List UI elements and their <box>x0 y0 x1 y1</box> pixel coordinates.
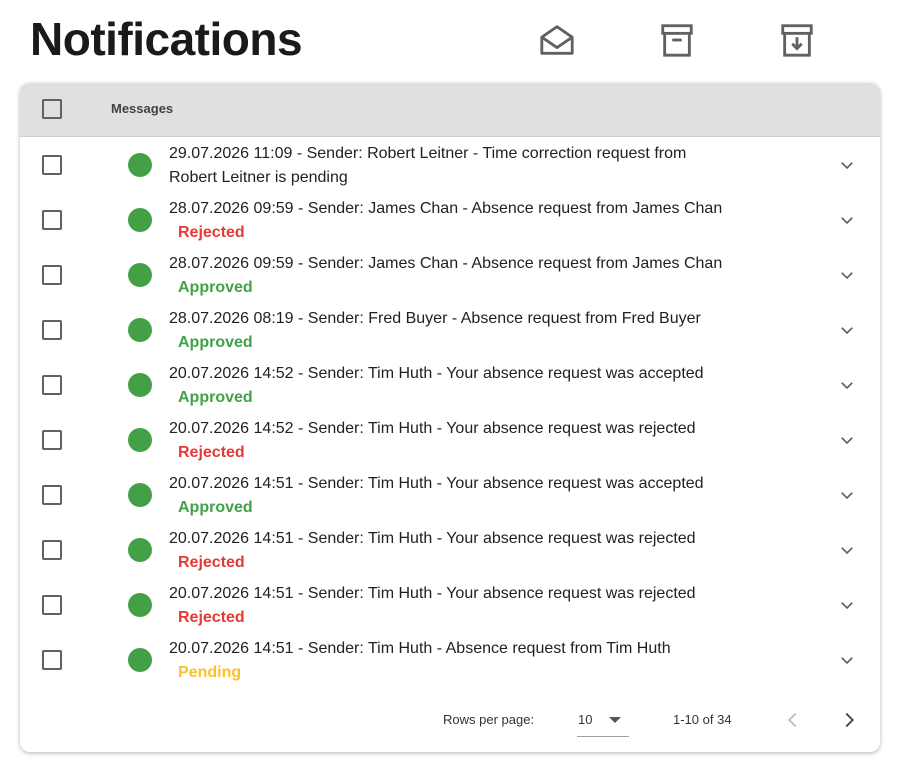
expand-chevron-icon[interactable] <box>838 156 856 174</box>
row-checkbox[interactable] <box>42 155 62 175</box>
row-checkbox[interactable] <box>42 265 62 285</box>
row-checkbox[interactable] <box>42 375 62 395</box>
notification-row[interactable]: 20.07.2026 14:51 - Sender: Tim Huth - Yo… <box>20 522 880 577</box>
status-badge: Approved <box>178 389 253 406</box>
row-checkbox[interactable] <box>42 485 62 505</box>
unread-indicator-icon <box>128 373 152 397</box>
notification-message: 20.07.2026 14:51 - Sender: Tim Huth - Yo… <box>169 475 704 492</box>
pagination-range: 1-10 of 34 <box>673 712 732 727</box>
notification-message: 20.07.2026 14:51 - Sender: Tim Huth - Ab… <box>169 640 671 657</box>
unread-indicator-icon <box>128 648 152 672</box>
notification-row[interactable]: 20.07.2026 14:51 - Sender: Tim Huth - Yo… <box>20 467 880 522</box>
expand-chevron-icon[interactable] <box>838 211 856 229</box>
mark-as-read-button[interactable] <box>537 20 577 60</box>
rows-per-page-label: Rows per page: <box>443 712 535 727</box>
notification-row[interactable]: 20.07.2026 14:52 - Sender: Tim Huth - Yo… <box>20 357 880 412</box>
status-badge: Approved <box>178 279 253 296</box>
page-title: Notifications <box>30 13 303 65</box>
row-checkbox[interactable] <box>42 650 62 670</box>
rows-per-page-select[interactable]: 10 <box>577 705 629 737</box>
pagination-bar: Rows per page: 10 1-10 of 34 <box>20 697 880 747</box>
expand-chevron-icon[interactable] <box>838 266 856 284</box>
unread-indicator-icon <box>128 318 152 342</box>
dropdown-arrow-icon <box>609 717 621 723</box>
unread-indicator-icon <box>128 483 152 507</box>
row-checkbox[interactable] <box>42 430 62 450</box>
notification-row[interactable]: 28.07.2026 09:59 - Sender: James Chan - … <box>20 192 880 247</box>
status-badge: Approved <box>178 334 253 351</box>
expand-chevron-icon[interactable] <box>838 376 856 394</box>
notification-row[interactable]: 29.07.2026 11:09 - Sender: Robert Leitne… <box>20 137 880 192</box>
notification-message: 29.07.2026 11:09 - Sender: Robert Leitne… <box>169 145 687 186</box>
status-badge: Approved <box>178 499 253 516</box>
unread-indicator-icon <box>128 593 152 617</box>
unread-indicator-icon <box>128 263 152 287</box>
row-checkbox[interactable] <box>42 540 62 560</box>
expand-chevron-icon[interactable] <box>838 486 856 504</box>
row-checkbox[interactable] <box>42 595 62 615</box>
unread-indicator-icon <box>128 428 152 452</box>
notification-message: 20.07.2026 14:52 - Sender: Tim Huth - Yo… <box>169 365 704 382</box>
notifications-card: Messages 29.07.2026 11:09 - Sender: Robe… <box>20 83 880 752</box>
status-badge: Rejected <box>178 554 245 571</box>
expand-chevron-icon[interactable] <box>838 651 856 669</box>
messages-column-header: Messages <box>111 101 174 116</box>
expand-chevron-icon[interactable] <box>838 596 856 614</box>
notification-row[interactable]: 20.07.2026 14:52 - Sender: Tim Huth - Yo… <box>20 412 880 467</box>
status-badge: Rejected <box>178 224 245 241</box>
notification-list: 29.07.2026 11:09 - Sender: Robert Leitne… <box>20 137 880 687</box>
previous-page-icon[interactable] <box>782 709 804 731</box>
expand-chevron-icon[interactable] <box>838 321 856 339</box>
notification-row[interactable]: 20.07.2026 14:51 - Sender: Tim Huth - Yo… <box>20 577 880 632</box>
table-header: Messages <box>20 83 880 137</box>
expand-chevron-icon[interactable] <box>838 541 856 559</box>
rows-per-page-value: 10 <box>578 712 593 727</box>
status-badge: Rejected <box>178 609 245 626</box>
notification-message: 28.07.2026 09:59 - Sender: James Chan - … <box>169 200 723 217</box>
notification-message: 20.07.2026 14:52 - Sender: Tim Huth - Yo… <box>169 420 696 437</box>
row-checkbox[interactable] <box>42 320 62 340</box>
select-all-checkbox[interactable] <box>42 99 62 119</box>
status-badge: Rejected <box>178 444 245 461</box>
notification-row[interactable]: 28.07.2026 08:19 - Sender: Fred Buyer - … <box>20 302 880 357</box>
unread-indicator-icon <box>128 208 152 232</box>
unarchive-icon <box>781 24 813 57</box>
notification-row[interactable]: 20.07.2026 14:51 - Sender: Tim Huth - Ab… <box>20 632 880 687</box>
next-page-icon[interactable] <box>838 709 860 731</box>
archive-icon <box>661 24 693 57</box>
expand-chevron-icon[interactable] <box>838 431 856 449</box>
status-badge: Pending <box>178 664 242 681</box>
notification-message: 28.07.2026 09:59 - Sender: James Chan - … <box>169 255 723 272</box>
notification-message: 20.07.2026 14:51 - Sender: Tim Huth - Yo… <box>169 585 696 602</box>
notification-row[interactable]: 28.07.2026 09:59 - Sender: James Chan - … <box>20 247 880 302</box>
unarchive-button[interactable] <box>777 20 817 60</box>
row-checkbox[interactable] <box>42 210 62 230</box>
archive-button[interactable] <box>657 20 697 60</box>
notification-message: 20.07.2026 14:51 - Sender: Tim Huth - Yo… <box>169 530 696 547</box>
unread-indicator-icon <box>128 153 152 177</box>
unread-indicator-icon <box>128 538 152 562</box>
mark-read-icon <box>540 25 574 55</box>
notification-message: 28.07.2026 08:19 - Sender: Fred Buyer - … <box>169 310 701 327</box>
